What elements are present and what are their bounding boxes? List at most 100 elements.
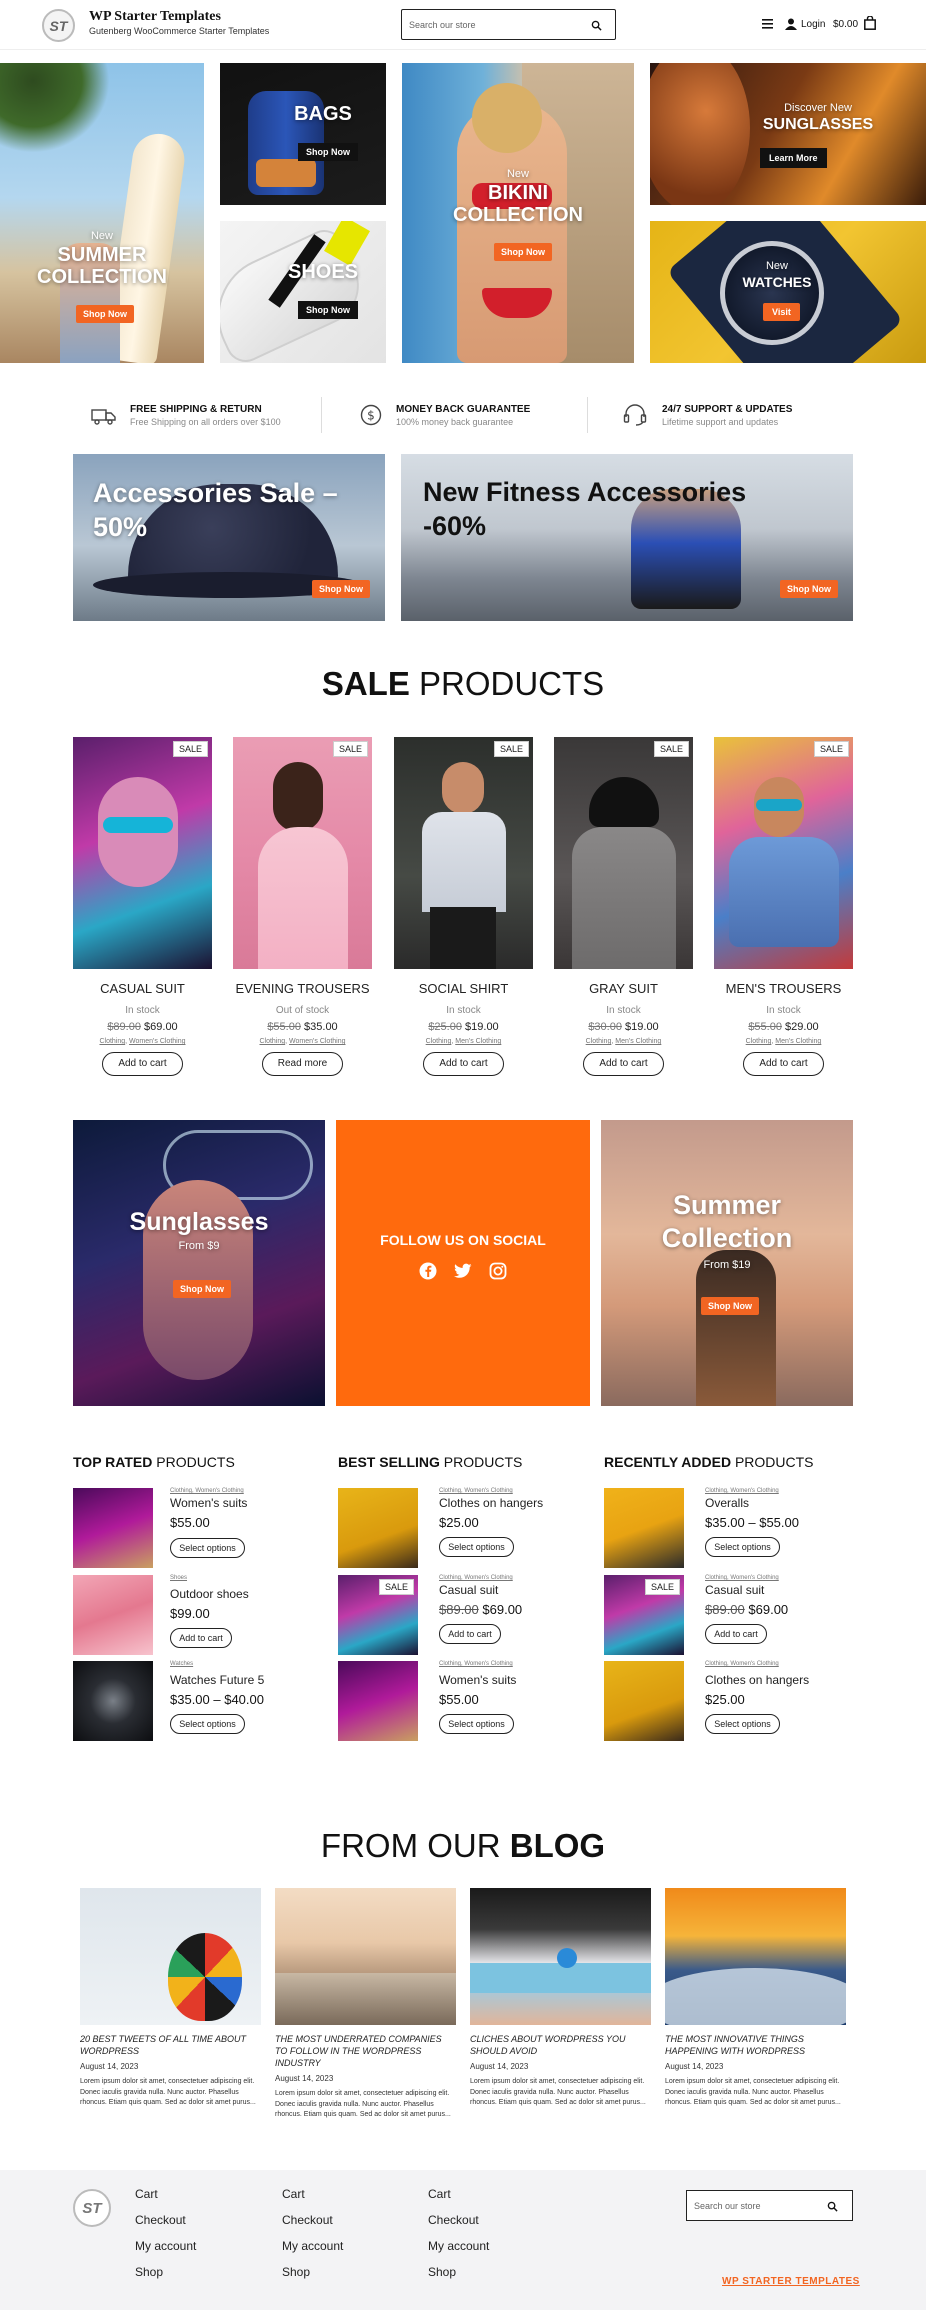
list-item[interactable]: Clothing, Women's Clothing Women's suits… [73, 1488, 313, 1568]
product-categories[interactable]: Clothing, Women's Clothing [705, 1488, 779, 1494]
product-categories[interactable]: Watches [170, 1661, 193, 1667]
blog-post-title[interactable]: 20 BEST TWEETS OF ALL TIME ABOUT WORDPRE… [80, 2033, 261, 2057]
product-category-link[interactable]: Clothing [259, 1038, 285, 1045]
product-categories[interactable]: Clothing, Women's Clothing [439, 1488, 513, 1494]
product-categories[interactable]: Clothing, Women's Clothing [705, 1575, 779, 1581]
select-options-button[interactable]: Select options [705, 1537, 780, 1557]
footer-search-input[interactable]: Search our store [686, 2190, 853, 2221]
footer-link[interactable]: My account [135, 2239, 196, 2265]
list-item[interactable]: Clothing, Women's Clothing Clothes on ha… [338, 1488, 578, 1568]
product-category-link[interactable]: Women's Clothing [129, 1038, 185, 1045]
footer-link[interactable]: Checkout [428, 2213, 489, 2239]
footer-link[interactable]: Shop [135, 2265, 196, 2291]
search-icon[interactable] [591, 20, 602, 31]
footer-link[interactable]: Cart [428, 2187, 489, 2213]
hero-bags-tile[interactable]: BAGS Shop Now [220, 63, 386, 205]
product-thumbnail[interactable] [73, 1488, 153, 1568]
footer-link[interactable]: Cart [135, 2187, 196, 2213]
hero-bikini-cta[interactable]: Shop Now [494, 243, 552, 261]
list-item[interactable]: Watches Watches Future 5 $35.00 – $40.00… [73, 1661, 313, 1741]
blog-post-image[interactable] [470, 1888, 651, 2025]
cart-bag-icon[interactable] [864, 16, 876, 30]
facebook-icon[interactable] [419, 1262, 437, 1280]
blog-post-card[interactable]: 20 BEST TWEETS OF ALL TIME ABOUT WORDPRE… [80, 1888, 261, 2128]
list-item[interactable]: Clothing, Women's Clothing Women's suits… [338, 1661, 578, 1741]
product-categories[interactable]: Clothing, Women's Clothing [439, 1575, 513, 1581]
promo-fitness-banner[interactable]: New Fitness Accessories -60% Shop Now [401, 454, 853, 621]
menu-icon[interactable] [762, 19, 773, 29]
banner-summer-cta[interactable]: Shop Now [701, 1297, 759, 1315]
footer-link[interactable]: Shop [428, 2265, 489, 2291]
footer-link[interactable]: Checkout [282, 2213, 343, 2239]
site-logo[interactable]: ST [42, 9, 75, 42]
product-thumbnail[interactable] [604, 1661, 684, 1741]
product-name[interactable]: Overalls [705, 1496, 749, 1510]
product-name[interactable]: Clothes on hangers [439, 1496, 543, 1510]
hero-watches-tile[interactable]: New WATCHES Visit [650, 221, 926, 363]
product-name[interactable]: Women's suits [439, 1673, 516, 1687]
blog-post-image[interactable] [275, 1888, 456, 2025]
list-item[interactable]: SALE Clothing, Women's Clothing Casual s… [604, 1575, 844, 1655]
product-category-link[interactable]: Women's Clothing [289, 1038, 345, 1045]
login-link[interactable]: Login [801, 19, 825, 30]
sale-product-card[interactable]: SALE EVENING TROUSERS Out of stock $55.0… [233, 737, 372, 1082]
add-to-cart-button[interactable]: Add to cart [170, 1628, 232, 1648]
product-name[interactable]: Casual suit [705, 1583, 764, 1597]
product-category-link[interactable]: Clothing [99, 1038, 125, 1045]
hero-sunglasses-tile[interactable]: Discover New SUNGLASSES Learn More [650, 63, 926, 205]
product-thumbnail[interactable] [73, 1661, 153, 1741]
product-image[interactable]: SALE [714, 737, 853, 969]
product-categories[interactable]: Clothing, Women's Clothing [705, 1661, 779, 1667]
banner-summer[interactable]: Summer Collection From $19 Shop Now [601, 1120, 853, 1406]
add-to-cart-button[interactable]: Add to cart [583, 1052, 664, 1076]
search-icon[interactable] [827, 2201, 838, 2212]
product-name[interactable]: Clothes on hangers [705, 1673, 809, 1687]
product-name[interactable]: GRAY SUIT [554, 981, 693, 996]
blog-post-image[interactable] [665, 1888, 846, 2025]
blog-post-title[interactable]: THE MOST INNOVATIVE THINGS HAPPENING WIT… [665, 2033, 846, 2057]
product-name[interactable]: Outdoor shoes [170, 1587, 249, 1601]
read-more-button[interactable]: Read more [262, 1052, 343, 1076]
product-name[interactable]: SOCIAL SHIRT [394, 981, 533, 996]
select-options-button[interactable]: Select options [705, 1714, 780, 1734]
hero-summer-tile[interactable]: New SUMMER COLLECTION Shop Now [0, 63, 204, 363]
select-options-button[interactable]: Select options [439, 1714, 514, 1734]
product-thumbnail[interactable] [73, 1575, 153, 1655]
instagram-icon[interactable] [489, 1262, 507, 1280]
sale-product-card[interactable]: SALE SOCIAL SHIRT In stock $25.00 $19.00… [394, 737, 533, 1082]
promo-accessories-banner[interactable]: Accessories Sale – 50% Shop Now [73, 454, 385, 621]
product-categories[interactable]: Shoes [170, 1575, 187, 1581]
product-image[interactable]: SALE [73, 737, 212, 969]
select-options-button[interactable]: Select options [439, 1537, 514, 1557]
product-image[interactable]: SALE [394, 737, 533, 969]
footer-link[interactable]: My account [428, 2239, 489, 2265]
product-name[interactable]: MEN'S TROUSERS [714, 981, 853, 996]
footer-brand-link[interactable]: WP STARTER TEMPLATES [722, 2276, 860, 2287]
product-thumbnail[interactable] [338, 1488, 418, 1568]
product-thumbnail[interactable]: SALE [604, 1575, 684, 1655]
user-icon[interactable] [785, 18, 797, 30]
blog-post-title[interactable]: CLICHES ABOUT WORDPRESS YOU SHOULD AVOID [470, 2033, 651, 2057]
list-item[interactable]: Clothing, Women's Clothing Overalls $35.… [604, 1488, 844, 1568]
blog-post-card[interactable]: THE MOST INNOVATIVE THINGS HAPPENING WIT… [665, 1888, 846, 2128]
add-to-cart-button[interactable]: Add to cart [705, 1624, 767, 1644]
add-to-cart-button[interactable]: Add to cart [439, 1624, 501, 1644]
hero-sunglasses-cta[interactable]: Learn More [760, 148, 827, 168]
product-name[interactable]: Watches Future 5 [170, 1673, 264, 1687]
product-thumbnail[interactable] [604, 1488, 684, 1568]
list-item[interactable]: Shoes Outdoor shoes $99.00 Add to cart [73, 1575, 313, 1655]
banner-sunglasses[interactable]: Sunglasses From $9 Shop Now [73, 1120, 325, 1406]
blog-post-card[interactable]: THE MOST UNDERRATED COMPANIES TO FOLLOW … [275, 1888, 456, 2128]
footer-link[interactable]: My account [282, 2239, 343, 2265]
blog-post-image[interactable] [80, 1888, 261, 2025]
twitter-icon[interactable] [454, 1263, 472, 1279]
add-to-cart-button[interactable]: Add to cart [743, 1052, 824, 1076]
hero-shoes-cta[interactable]: Shop Now [298, 301, 358, 319]
blog-post-title[interactable]: THE MOST UNDERRATED COMPANIES TO FOLLOW … [275, 2033, 456, 2069]
footer-link[interactable]: Shop [282, 2265, 343, 2291]
hero-shoes-tile[interactable]: SHOES Shop Now [220, 221, 386, 363]
product-image[interactable]: SALE [554, 737, 693, 969]
product-category-link[interactable]: Clothing [426, 1038, 452, 1045]
blog-post-card[interactable]: CLICHES ABOUT WORDPRESS YOU SHOULD AVOID… [470, 1888, 651, 2128]
product-name[interactable]: EVENING TROUSERS [233, 981, 372, 996]
